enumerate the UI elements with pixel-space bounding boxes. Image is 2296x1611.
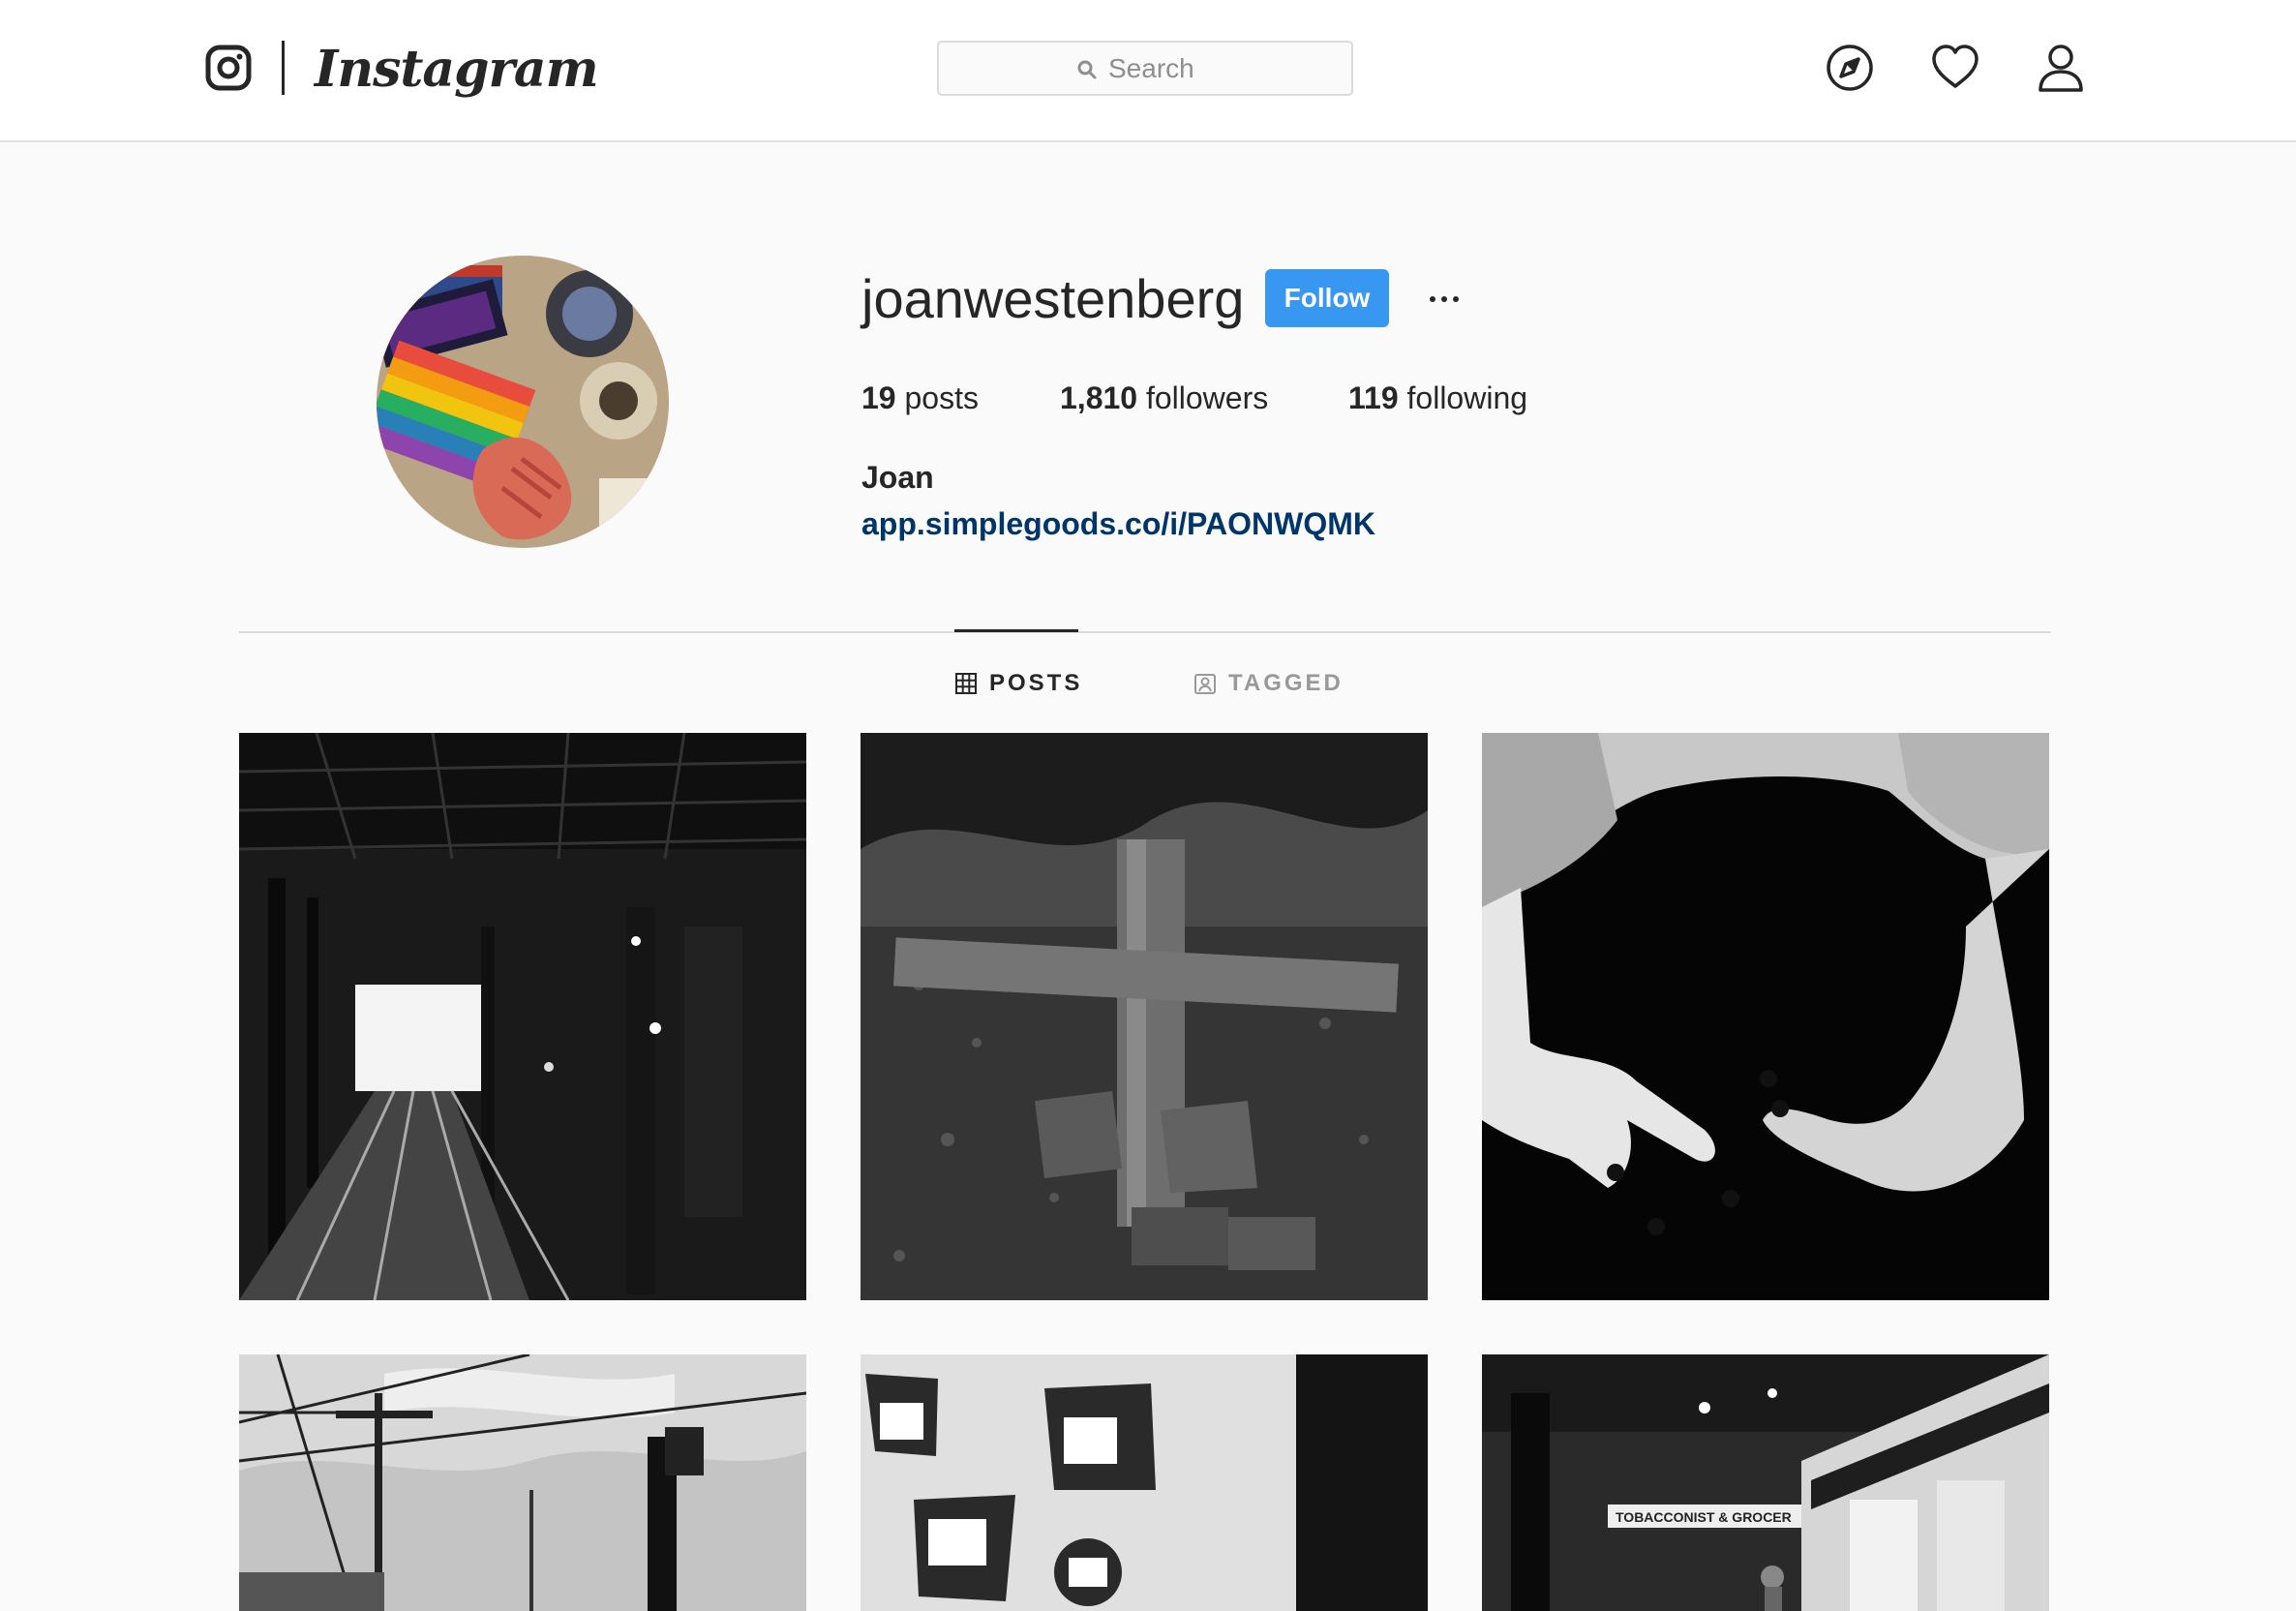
logo-divider bbox=[282, 41, 285, 95]
post-thumbnail-wooden-cross[interactable] bbox=[861, 733, 1428, 1300]
posts-label: posts bbox=[904, 380, 979, 415]
profile-full-name: Joan bbox=[861, 460, 934, 495]
tabs-divider bbox=[239, 631, 2051, 633]
post-thumbnail-railway-tunnel[interactable] bbox=[239, 733, 806, 1300]
followers-label: followers bbox=[1145, 380, 1269, 415]
followers-count: 1,810 bbox=[1060, 380, 1138, 415]
user-icon[interactable] bbox=[2034, 41, 2088, 95]
instagram-camera-icon[interactable] bbox=[205, 45, 252, 91]
more-options-icon[interactable] bbox=[1425, 277, 1464, 319]
heart-icon[interactable] bbox=[1928, 41, 1982, 95]
profile-username: joanwestenberg bbox=[861, 268, 1245, 329]
instagram-wordmark[interactable]: Instagram bbox=[315, 31, 599, 108]
posts-count-stat: 19 posts bbox=[861, 376, 979, 420]
following-count-stat[interactable]: 119 following bbox=[1348, 376, 1527, 420]
post-thumbnail-hands[interactable] bbox=[1482, 733, 2049, 1300]
tab-tagged-label: TAGGED bbox=[1228, 670, 1344, 696]
compass-icon[interactable] bbox=[1823, 41, 1877, 95]
tab-tagged[interactable]: TAGGED bbox=[1193, 666, 1344, 701]
followers-count-stat[interactable]: 1,810 followers bbox=[1060, 376, 1268, 420]
top-navigation-bar: Instagram bbox=[0, 0, 2296, 142]
tab-posts-label: POSTS bbox=[989, 670, 1083, 696]
following-count: 119 bbox=[1348, 380, 1399, 415]
profile-website-link[interactable]: app.simplegoods.co/i/PAONWQMK bbox=[861, 502, 1375, 546]
post-thumbnail-wall-frames[interactable] bbox=[861, 1354, 1428, 1611]
following-label: following bbox=[1406, 380, 1528, 415]
search-box[interactable] bbox=[937, 41, 1353, 96]
posts-count: 19 bbox=[861, 380, 896, 415]
tab-posts[interactable]: POSTS bbox=[954, 666, 1082, 701]
profile-avatar[interactable] bbox=[377, 256, 669, 548]
follow-button[interactable]: Follow bbox=[1265, 269, 1389, 327]
grid-icon bbox=[955, 673, 977, 694]
tag-person-icon bbox=[1194, 674, 1216, 694]
search-input[interactable] bbox=[939, 43, 1351, 94]
active-tab-indicator bbox=[954, 629, 1078, 632]
tobacconist-sign-text: TOBACCONIST & GROCER bbox=[1616, 1509, 1792, 1525]
post-thumbnail-overhead-wires[interactable] bbox=[239, 1354, 806, 1611]
post-thumbnail-storefront[interactable]: TOBACCONIST & GROCER bbox=[1482, 1354, 2049, 1611]
